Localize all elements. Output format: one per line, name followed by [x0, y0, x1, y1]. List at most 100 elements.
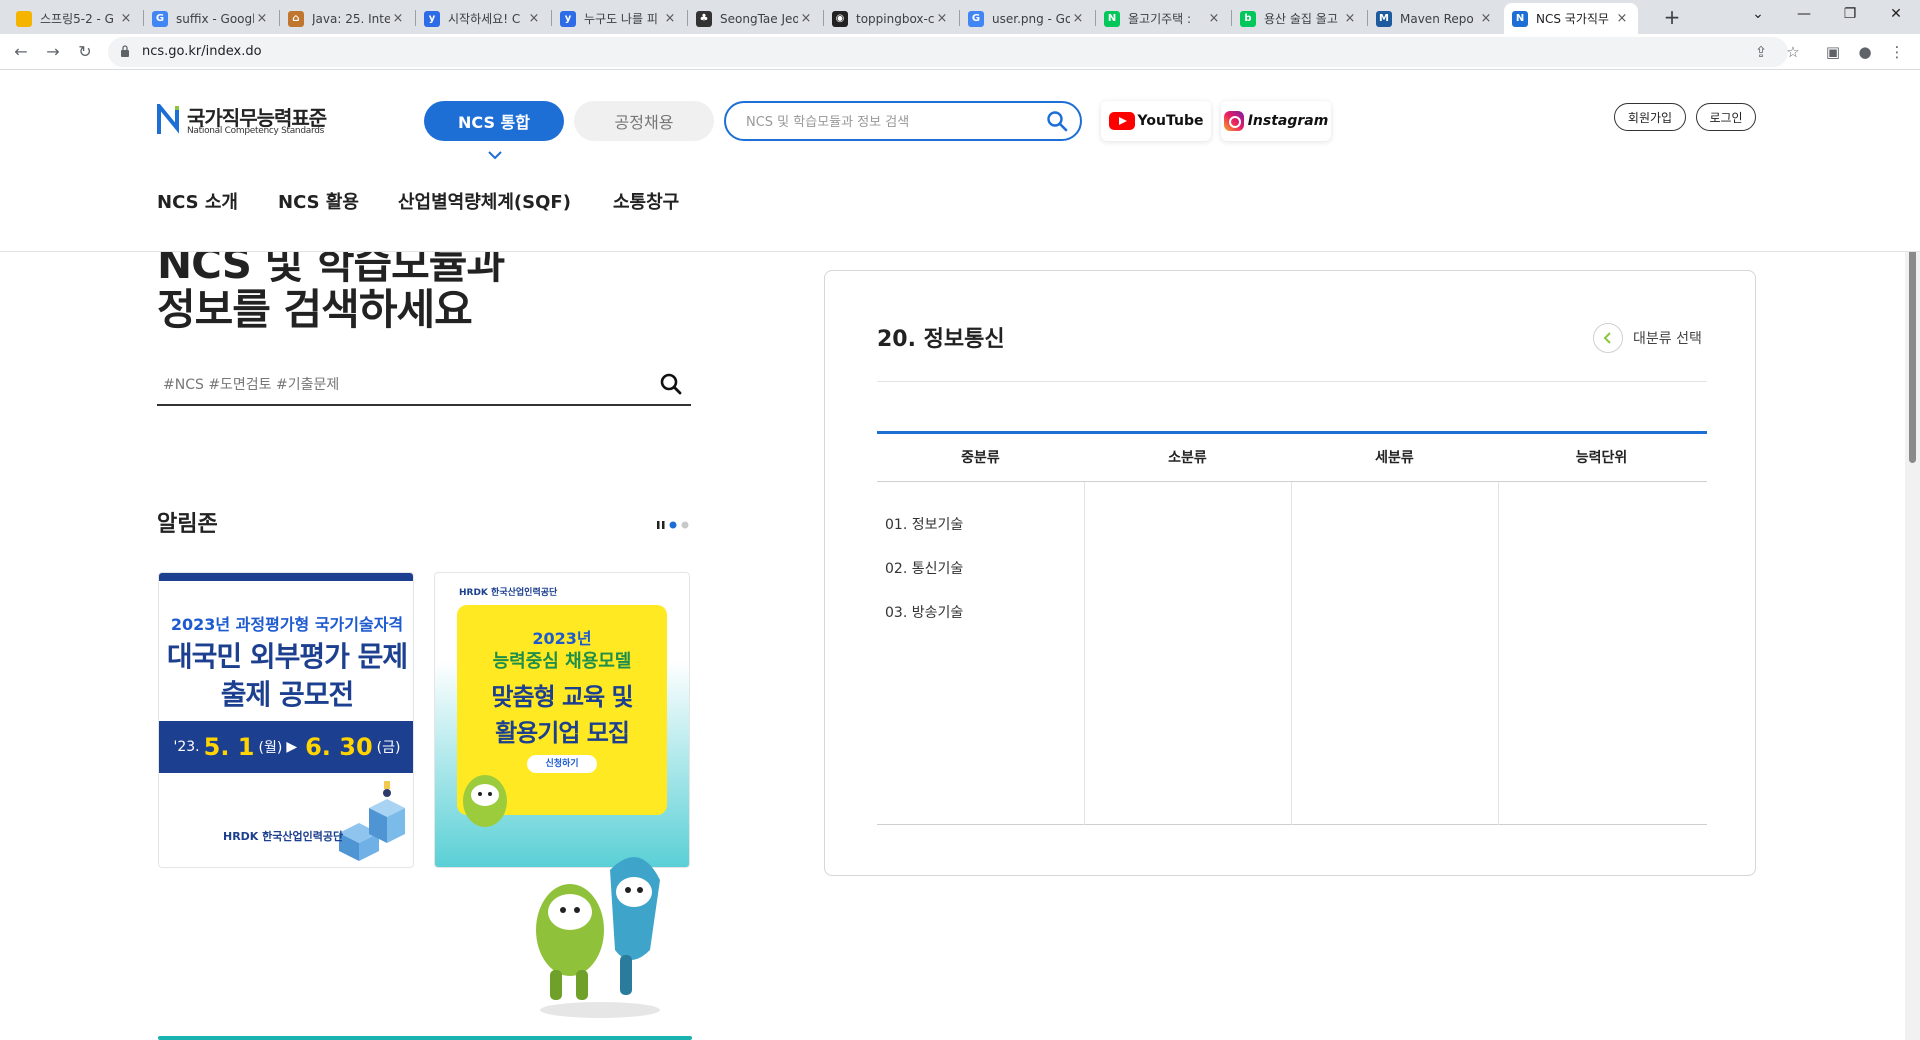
tab-close-icon[interactable]: × [1614, 11, 1630, 26]
banner-title-line1: 대국민 외부평가 문제 [166, 640, 408, 673]
nav-ncs-usage[interactable]: NCS 활용 [278, 188, 359, 214]
ncs-integrated-tab[interactable]: NCS 통합 [424, 101, 564, 141]
tab-favicon-icon: G [968, 10, 984, 27]
notice-banner-contest[interactable]: 2023년 과정평가형 국가기술자격 대국민 외부평가 문제 출제 공모전 '2… [158, 572, 414, 868]
browser-tab[interactable]: y 시작하세요! C × [416, 3, 550, 34]
site-logo[interactable]: 국가직무능력표준 National Competency Standards [157, 102, 337, 142]
nav-communication[interactable]: 소통창구 [613, 188, 679, 214]
apply-button[interactable]: 신청하기 [527, 755, 597, 773]
major-category-select-label: 대분류 선택 [1633, 331, 1702, 347]
column-header-unit: 능력단위 [1575, 450, 1628, 466]
tab-close-icon[interactable]: × [1342, 11, 1358, 26]
tab-favicon-icon: ◉ [832, 10, 848, 27]
tab-title: suffix - Googl [176, 11, 254, 26]
chevron-down-icon [488, 151, 502, 160]
browser-tab[interactable]: ♣ SeongTae Jeo × [688, 3, 822, 34]
carousel-pager[interactable] [656, 520, 692, 530]
middle-category-item[interactable]: 03. 방송기술 [885, 602, 963, 622]
tag-search-input[interactable] [163, 374, 643, 396]
classification-table-header: 중분류 소분류 세분류 능력단위 [877, 434, 1707, 482]
browser-tab[interactable]: N 올고기주택 : × [1096, 3, 1230, 34]
column-divider [1498, 482, 1499, 825]
banner-title-line2: 활용기업 모집 [495, 719, 630, 747]
tab-title: Maven Repo [1400, 11, 1474, 26]
banner-subtitle: 능력중심 채용모델 [492, 651, 632, 672]
browser-tab[interactable]: M Maven Repo × [1368, 3, 1502, 34]
browser-tab[interactable]: Guser.png - Go × [960, 3, 1094, 34]
tab-title: NCS 국가직무 [1536, 12, 1609, 26]
period-end-day: (금) [376, 740, 401, 756]
tab-title: 시작하세요! C [448, 12, 521, 26]
tab-close-icon[interactable]: × [1206, 11, 1222, 26]
tab-title: Java: 25. Inter [312, 11, 390, 26]
tab-favicon-icon: G [152, 10, 168, 27]
tab-close-icon[interactable]: × [1070, 11, 1086, 26]
page-viewport: NCS 및 학습모듈과 정보를 검색하세요 알림존 2023년 과정평가형 국가… [0, 70, 1920, 1040]
notice-zone-title: 알림존 [157, 512, 218, 537]
close-window-icon[interactable]: ✕ [1873, 0, 1919, 30]
login-button[interactable]: 로그인 [1696, 103, 1756, 131]
side-panel-icon[interactable]: ▣ [1822, 41, 1844, 63]
search-icon[interactable] [1046, 110, 1068, 132]
menu-icon[interactable]: ⋮ [1886, 41, 1908, 63]
share-icon[interactable]: ⇪ [1750, 41, 1772, 63]
major-category-select-button[interactable]: 대분류 선택 [1593, 323, 1702, 353]
browser-tab[interactable]: ◉ toppingbox-c × [824, 3, 958, 34]
browser-tab[interactable]: y 누구도 나를 피 × [552, 3, 686, 34]
tab-favicon-icon: M [1376, 10, 1392, 27]
column-divider [1291, 482, 1292, 825]
signup-button[interactable]: 회원가입 [1614, 103, 1686, 131]
classification-table: 중분류 소분류 세분류 능력단위 01. 정보기술 02. 통신기술 03. 방… [877, 431, 1707, 825]
column-header-small: 소분류 [1168, 450, 1207, 466]
tab-favicon-icon: ♣ [696, 10, 712, 27]
browser-tab[interactable]: ⌂ Java: 25. Inter × [280, 3, 414, 34]
new-tab-button[interactable]: + [1660, 6, 1684, 30]
profile-icon[interactable]: ● [1854, 41, 1876, 63]
nav-ncs-intro[interactable]: NCS 소개 [157, 188, 238, 214]
tab-close-icon[interactable]: × [254, 11, 270, 26]
search-icon[interactable] [659, 372, 683, 396]
browser-tab[interactable]: Gsuffix - Googl × [144, 3, 278, 34]
tab-close-icon[interactable]: × [662, 11, 678, 26]
middle-category-item[interactable]: 01. 정보기술 [885, 514, 963, 534]
classification-title: 20. 정보통신 [877, 327, 1005, 352]
restore-icon[interactable]: ❐ [1827, 0, 1873, 30]
tab-close-icon[interactable]: × [798, 11, 814, 26]
lock-icon [121, 45, 129, 57]
browser-tab[interactable]: N NCS 국가직무 × [1504, 3, 1638, 34]
browser-tab[interactable]: 스프링5-2 - G × [8, 3, 142, 34]
logo-english: National Competency Standards [187, 126, 325, 136]
fair-hiring-tab[interactable]: 공정채용 [574, 101, 714, 141]
tab-close-icon[interactable]: × [118, 11, 134, 26]
tab-title: 스프링5-2 - G [40, 12, 114, 26]
notice-banner-recruit[interactable]: HRDK 한국산업인력공단 2023년 능력중심 채용모델 맞춤형 교육 및 활… [434, 572, 690, 868]
back-icon[interactable]: ← [10, 41, 32, 63]
reload-icon[interactable]: ↻ [74, 41, 96, 63]
banner-title-line2: 출제 공모전 [220, 678, 355, 711]
instagram-icon [1223, 111, 1244, 131]
tab-close-icon[interactable]: × [390, 11, 406, 26]
browser-tab[interactable]: b 용산 술집 올고 × [1232, 3, 1366, 34]
tab-close-icon[interactable]: × [934, 11, 950, 26]
header-search-input[interactable] [746, 111, 1036, 133]
instagram-link[interactable]: Instagram [1221, 101, 1331, 141]
bookmark-star-icon[interactable]: ☆ [1782, 41, 1804, 63]
period-end: 6. 30 [305, 733, 373, 761]
tab-favicon-icon: y [560, 10, 576, 27]
forward-icon[interactable]: → [42, 41, 64, 63]
tab-search-icon[interactable]: ⌄ [1735, 0, 1781, 30]
youtube-label: YouTube [1137, 113, 1204, 129]
middle-category-item[interactable]: 02. 통신기술 [885, 558, 963, 578]
banner-period: '23. 5. 1 (월) ▶ 6. 30 (금) [159, 721, 413, 773]
url-text: ncs.go.kr/index.do [142, 44, 262, 59]
minimize-icon[interactable]: — [1781, 0, 1827, 30]
banner-title-line1: 맞춤형 교육 및 [491, 683, 633, 711]
omnibox[interactable]: ncs.go.kr/index.do [108, 37, 1788, 67]
nav-sqf[interactable]: 산업별역량체계(SQF) [398, 188, 571, 214]
next-section-strip [158, 1036, 692, 1040]
tag-search-bar [157, 366, 691, 406]
tab-close-icon[interactable]: × [526, 11, 542, 26]
period-start: 5. 1 [203, 733, 255, 761]
tab-close-icon[interactable]: × [1478, 11, 1494, 26]
youtube-link[interactable]: YouTube [1101, 101, 1211, 141]
